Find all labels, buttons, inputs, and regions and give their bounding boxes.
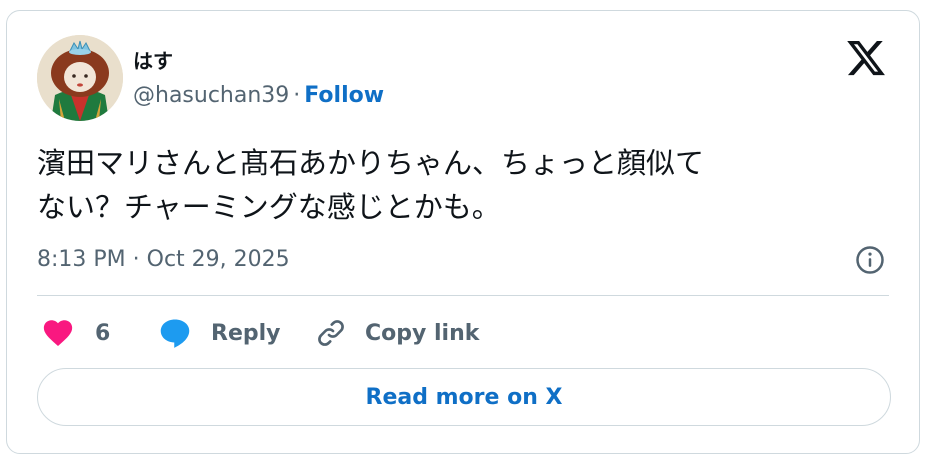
reply-label: Reply xyxy=(211,320,281,346)
tweet-timestamp[interactable]: 8:13 PM · Oct 29, 2025 xyxy=(37,247,290,272)
divider xyxy=(37,295,889,296)
tweet-card: はす @hasuchan39 · Follow 濱田マリさんと髙石あかりちゃん、ちょ… xyxy=(6,10,920,454)
read-more-button[interactable]: Read more on X xyxy=(37,368,891,426)
tweet-text-line-1: 濱田マリさんと髙石あかりちゃん、ちょっと顔似て xyxy=(37,146,705,180)
speech-bubble-icon xyxy=(160,319,190,348)
reply-button[interactable]: Reply xyxy=(157,311,281,355)
info-icon[interactable] xyxy=(855,245,885,275)
handle-separator: · xyxy=(293,83,301,108)
avatar[interactable] xyxy=(37,35,123,121)
like-button[interactable]: 6 xyxy=(41,311,110,355)
follow-button[interactable]: Follow xyxy=(304,83,384,108)
author-display-name[interactable]: はす xyxy=(133,45,173,74)
link-icon xyxy=(318,320,344,346)
avatar-illustration xyxy=(37,35,123,121)
like-count: 6 xyxy=(95,320,111,346)
tweet-actions: 6 Reply Copy link xyxy=(37,311,897,355)
copy-link-button[interactable]: Copy link xyxy=(315,311,479,355)
copy-link-label: Copy link xyxy=(365,320,480,346)
heart-icon xyxy=(43,320,73,347)
tweet-text-line-2: ない？チャーミングな感じとかも。 xyxy=(37,190,501,224)
author-handle-row: @hasuchan39 · Follow xyxy=(133,83,384,108)
tweet-text: 濱田マリさんと髙石あかりちゃん、ちょっと顔似て ない？チャーミングな感じとかも。 xyxy=(37,141,897,229)
x-logo-icon[interactable] xyxy=(845,37,887,79)
author-handle[interactable]: @hasuchan39 xyxy=(133,83,289,108)
